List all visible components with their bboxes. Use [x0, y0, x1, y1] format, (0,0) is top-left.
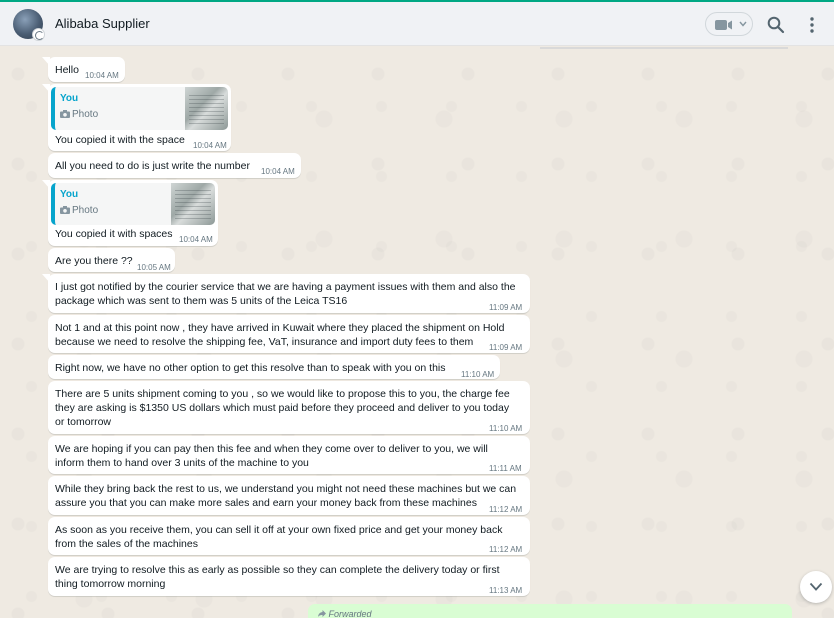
message-bubble[interactable]: All you need to do is just write the num… [48, 153, 301, 178]
forwarded-label: Forwarded [318, 609, 372, 618]
message-text: You copied it with spaces [55, 228, 173, 240]
previous-message-edge [540, 47, 788, 49]
status-badge [32, 28, 45, 41]
quote-author: You [60, 189, 79, 200]
quoted-message[interactable]: You Photo [51, 87, 228, 130]
message-time: 10:04 AM [261, 167, 295, 176]
contact-name[interactable]: Alibaba Supplier [55, 16, 150, 31]
message-bubble[interactable]: I just got notified by the courier servi… [42, 274, 530, 313]
message-bubble[interactable]: Not 1 and at this point now , they have … [48, 315, 530, 353]
quote-type: Photo [60, 204, 98, 218]
message-bubble[interactable]: There are 5 units shipment coming to you… [48, 381, 530, 434]
quoted-message[interactable]: You Photo [51, 183, 215, 225]
message-text: While they bring back the rest to us, we… [55, 483, 517, 509]
scroll-to-bottom-button[interactable] [800, 571, 832, 603]
message-bubble[interactable]: As soon as you receive them, you can sel… [48, 517, 530, 555]
message-bubble[interactable]: We are hoping if you can pay then this f… [48, 436, 530, 474]
message-text: Right now, we have no other option to ge… [55, 362, 446, 374]
message-bubble[interactable]: Hello 10:04 AM [42, 57, 125, 82]
quote-type-label: Photo [72, 205, 99, 216]
message-bubble[interactable]: We are trying to resolve this as early a… [48, 557, 530, 596]
chevron-down-icon [739, 21, 747, 27]
chevron-down-icon [809, 582, 823, 591]
message-bubble[interactable]: Are you there ?? 10:05 AM [48, 248, 175, 272]
message-text: We are hoping if you can pay then this f… [55, 443, 488, 469]
quote-author: You [60, 93, 79, 104]
message-bubble[interactable]: Right now, we have no other option to ge… [48, 355, 500, 379]
menu-icon[interactable] [808, 16, 816, 34]
message-time: 11:12 AM [489, 545, 523, 554]
message-text: We are trying to resolve this as early a… [55, 564, 500, 590]
message-bubble[interactable]: While they bring back the rest to us, we… [48, 476, 530, 515]
message-text: Are you there ?? [55, 255, 133, 267]
message-time: 11:12 AM [489, 505, 523, 514]
message-time: 11:11 AM [489, 464, 522, 473]
message-time: 10:04 AM [85, 71, 119, 80]
message-text: Hello [55, 64, 79, 76]
search-icon[interactable] [767, 16, 785, 34]
message-bubble[interactable]: You Photo You copied it with spaces 10:0… [42, 180, 218, 246]
outgoing-message-bubble[interactable]: Forwarded [308, 604, 792, 618]
forwarded-text: Forwarded [328, 609, 372, 618]
message-bubble[interactable]: You Photo You copied it with the space 1… [42, 84, 231, 151]
message-text: There are 5 units shipment coming to you… [55, 388, 510, 428]
message-time: 10:04 AM [179, 235, 213, 244]
message-time: 11:10 AM [489, 424, 523, 433]
message-text: All you need to do is just write the num… [55, 160, 250, 172]
video-call-icon [715, 20, 732, 30]
message-time: 11:09 AM [489, 343, 523, 352]
photo-thumbnail[interactable] [171, 183, 215, 225]
photo-thumbnail[interactable] [185, 87, 228, 130]
message-time: 10:05 AM [137, 263, 171, 272]
message-list[interactable]: Hello 10:04 AM You Photo You copied it w… [0, 47, 834, 618]
message-time: 11:10 AM [461, 370, 495, 379]
message-text: Not 1 and at this point now , they have … [55, 322, 505, 348]
chat-header: Alibaba Supplier [0, 2, 834, 46]
video-call-button[interactable] [705, 12, 753, 36]
camera-icon [60, 110, 70, 118]
camera-icon [60, 206, 70, 214]
message-time: 11:09 AM [489, 303, 523, 312]
message-time: 11:13 AM [489, 586, 523, 595]
forward-icon [318, 610, 326, 617]
message-text: I just got notified by the courier servi… [55, 281, 516, 307]
quote-type-label: Photo [72, 109, 99, 120]
message-text: You copied it with the space [55, 134, 185, 146]
quote-type: Photo [60, 108, 98, 122]
message-text: As soon as you receive them, you can sel… [55, 524, 503, 550]
message-time: 10:04 AM [193, 141, 227, 150]
